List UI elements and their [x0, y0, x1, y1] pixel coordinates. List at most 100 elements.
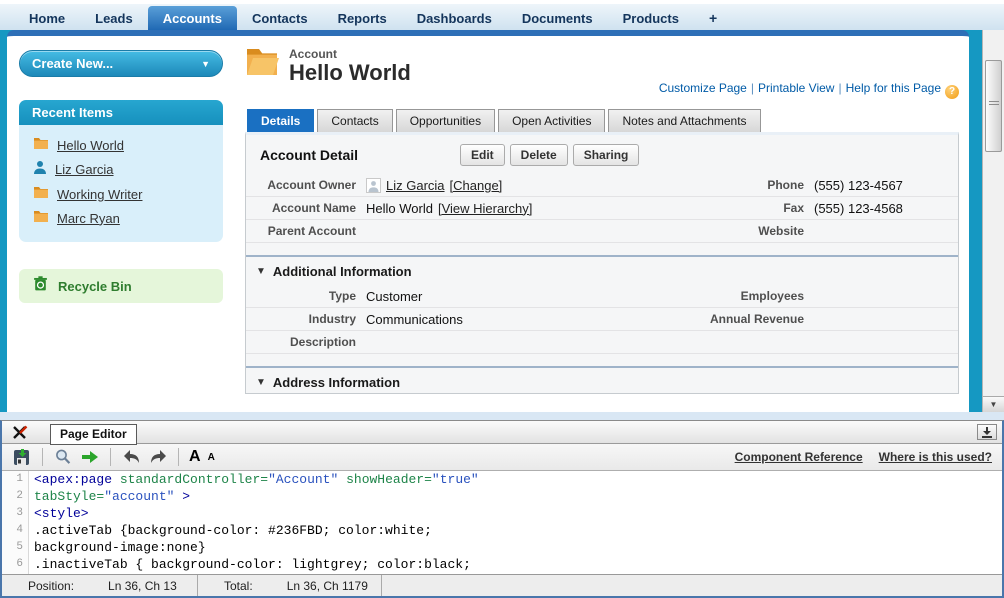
- tab-opportunities[interactable]: Opportunities: [396, 109, 495, 132]
- delete-button[interactable]: Delete: [510, 144, 568, 166]
- tab-add-more[interactable]: +: [694, 5, 732, 30]
- code-area[interactable]: 1<apex:page standardController="Account"…: [2, 471, 1002, 574]
- field-label: Account Owner: [246, 178, 366, 192]
- tab-reports[interactable]: Reports: [323, 6, 402, 30]
- field-label: Account Name: [246, 201, 366, 215]
- status-position: Position: Ln 36, Ch 13: [2, 575, 198, 596]
- code-line[interactable]: 2tabStyle="account" >: [2, 488, 1002, 505]
- frame-edge-left: [0, 30, 7, 412]
- vertical-scrollbar[interactable]: ▼: [982, 30, 1004, 412]
- page-editor: Page Editor A A: [0, 420, 1004, 598]
- main-content: Account Hello World Customize Page|Print…: [233, 36, 969, 412]
- field-value: (555) 123-4568: [814, 201, 958, 216]
- code-text[interactable]: <apex:page standardController="Account" …: [28, 471, 479, 488]
- link-separator: |: [751, 81, 754, 95]
- printable-view-link[interactable]: Printable View: [758, 81, 835, 95]
- view-hierarchy-link[interactable]: [View Hierarchy]: [438, 201, 532, 216]
- tab-dashboards[interactable]: Dashboards: [402, 6, 507, 30]
- recycle-bin[interactable]: Recycle Bin: [19, 269, 223, 303]
- code-line[interactable]: 6.inactiveTab { background-color: lightg…: [2, 556, 1002, 573]
- undo-icon[interactable]: [121, 447, 141, 467]
- content-bottom-strip: [0, 412, 1004, 420]
- field-label: Type: [246, 289, 366, 303]
- owner-link[interactable]: Liz Garcia: [386, 178, 445, 193]
- table-row: Industry Communications Annual Revenue: [246, 308, 958, 331]
- customize-page-link[interactable]: Customize Page: [659, 81, 747, 95]
- search-icon[interactable]: [53, 447, 73, 467]
- go-to-line-icon[interactable]: [80, 447, 100, 467]
- create-new-button[interactable]: Create New... ▼: [19, 50, 223, 77]
- sidebar: Create New... ▼ Recent Items Hello World: [7, 36, 233, 412]
- code-line[interactable]: 4.activeTab {background-color: #236FBD; …: [2, 522, 1002, 539]
- font-size-decrease-icon[interactable]: A: [208, 452, 215, 463]
- font-size-increase-icon[interactable]: A: [189, 448, 201, 466]
- section-title: Account Detail: [260, 147, 460, 163]
- code-line[interactable]: 5background-image:none}: [2, 539, 1002, 556]
- code-line[interactable]: 1<apex:page standardController="Account"…: [2, 471, 1002, 488]
- position-value: Ln 36, Ch 13: [108, 579, 177, 593]
- collapse-icon[interactable]: ▼: [256, 266, 266, 277]
- line-number: 5: [2, 539, 28, 556]
- field-value: Hello World [View Hierarchy]: [366, 201, 702, 216]
- create-new-label: Create New...: [32, 56, 113, 71]
- position-label: Position:: [2, 579, 74, 593]
- change-owner-link[interactable]: [Change]: [450, 178, 503, 193]
- tab-contacts[interactable]: Contacts: [237, 6, 323, 30]
- help-link[interactable]: Help for this Page: [846, 81, 941, 95]
- page-body: Create New... ▼ Recent Items Hello World: [0, 30, 1004, 412]
- line-number: 1: [2, 471, 28, 488]
- collapse-icon[interactable]: ▼: [256, 377, 266, 388]
- table-row: Description: [246, 331, 958, 354]
- dock-panel-icon[interactable]: [977, 424, 997, 440]
- code-text[interactable]: <style>: [28, 505, 89, 522]
- where-is-this-used-link[interactable]: Where is this used?: [879, 450, 992, 464]
- code-text[interactable]: .activeTab {background-color: #236FBD; c…: [28, 522, 432, 539]
- tab-notes-attachments[interactable]: Notes and Attachments: [608, 109, 760, 132]
- sharing-button[interactable]: Sharing: [573, 144, 640, 166]
- tab-documents[interactable]: Documents: [507, 6, 608, 30]
- recent-item-link[interactable]: Hello World: [57, 138, 124, 153]
- code-text[interactable]: background-image:none}: [28, 539, 206, 556]
- scrollbar-thumb[interactable]: [985, 60, 1002, 152]
- help-icon[interactable]: ?: [945, 85, 959, 99]
- tab-accounts[interactable]: Accounts: [148, 6, 237, 30]
- link-separator: |: [838, 81, 841, 95]
- recent-item-link[interactable]: Working Writer: [57, 187, 142, 202]
- redo-icon[interactable]: [148, 447, 168, 467]
- recent-item-link[interactable]: Liz Garcia: [55, 162, 114, 177]
- field-label: Fax: [702, 201, 814, 215]
- component-reference-link[interactable]: Component Reference: [735, 450, 863, 464]
- detail-header: Account Detail Edit Delete Sharing: [246, 135, 958, 174]
- table-row: Account Owner Liz Garcia [Change] Phone …: [246, 174, 958, 197]
- tab-contacts-related[interactable]: Contacts: [317, 109, 392, 132]
- edit-button[interactable]: Edit: [460, 144, 505, 166]
- line-number: 4: [2, 522, 28, 539]
- folder-icon: [33, 209, 49, 227]
- salesforce-window: Home Leads Accounts Contacts Reports Das…: [0, 0, 1004, 598]
- tab-home[interactable]: Home: [14, 6, 80, 30]
- scrollbar-down-button[interactable]: ▼: [983, 396, 1004, 412]
- recycle-bin-icon: [32, 275, 49, 297]
- frame-edge-right: [969, 30, 982, 412]
- record-header: Account Hello World: [245, 45, 959, 85]
- tab-details[interactable]: Details: [247, 109, 314, 132]
- recent-item-link[interactable]: Marc Ryan: [57, 211, 120, 226]
- line-number: 2: [2, 488, 28, 505]
- close-icon[interactable]: [11, 425, 30, 440]
- page-editor-tab[interactable]: Page Editor: [50, 424, 137, 445]
- field-value: Customer: [366, 289, 702, 304]
- code-line[interactable]: 3<style>: [2, 505, 1002, 522]
- folder-icon: [33, 185, 49, 203]
- table-row: Type Customer Employees: [246, 285, 958, 308]
- main-nav: Home Leads Accounts Contacts Reports Das…: [0, 4, 1004, 30]
- field-label: Employees: [702, 289, 814, 303]
- line-number: 3: [2, 505, 28, 522]
- tab-open-activities[interactable]: Open Activities: [498, 109, 605, 132]
- save-icon[interactable]: [12, 447, 32, 467]
- tab-products[interactable]: Products: [608, 6, 694, 30]
- list-item: Marc Ryan: [19, 206, 223, 230]
- tab-leads[interactable]: Leads: [80, 6, 148, 30]
- code-text[interactable]: .inactiveTab { background-color: lightgr…: [28, 556, 471, 573]
- code-text[interactable]: tabStyle="account" >: [28, 488, 190, 505]
- field-value: (555) 123-4567: [814, 178, 958, 193]
